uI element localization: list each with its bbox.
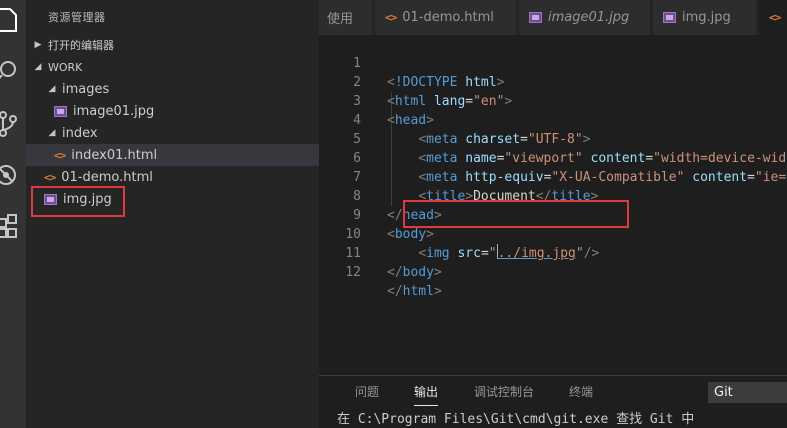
chevron-right-icon: ▶	[34, 40, 42, 50]
workspace-label: WORK	[48, 60, 83, 74]
tree-item-label: images	[62, 81, 110, 97]
files-icon[interactable]	[0, 2, 26, 36]
tree-item-label: index01.html	[71, 147, 158, 163]
tab-label: img.jpg	[682, 10, 731, 25]
html-file-icon: <>	[54, 148, 66, 162]
tab-debug-console[interactable]: 调试控制台	[474, 383, 534, 400]
tab-01-demo[interactable]: <> 01-demo.html	[375, 0, 517, 35]
tree-file-01-demo[interactable]: <> 01-demo.html	[26, 166, 319, 188]
tab-img[interactable]: img.jpg	[653, 0, 757, 35]
tab-index01-active[interactable]: <> i	[759, 0, 787, 35]
tree-file-index01[interactable]: <> index01.html	[26, 144, 319, 166]
tree-item-label: index	[62, 125, 98, 141]
image-file-icon	[529, 12, 542, 23]
code-line: 6 <meta http-equiv="X-UA-Compatible" con…	[319, 130, 787, 185]
code-line: 2 <html lang="en">	[319, 54, 787, 109]
code-line: 12 </html>	[319, 244, 787, 299]
search-icon[interactable]	[0, 54, 26, 88]
highlight-box-code	[403, 200, 629, 228]
chevron-down-icon: ◢	[34, 62, 42, 72]
code-line: 4 <meta charset="UTF-8">	[319, 92, 787, 147]
html-file-icon: <>	[385, 11, 397, 24]
tab-label: 使用	[327, 12, 354, 27]
image-file-icon	[54, 105, 67, 117]
tree-item-label: image01.jpg	[73, 103, 155, 119]
tree-folder-index[interactable]: ◢ index	[26, 122, 319, 144]
chevron-down-icon: ◢	[48, 128, 56, 138]
code-line: 3 <head>	[319, 73, 787, 128]
open-editors-label: 打开的编辑器	[48, 39, 114, 52]
html-file-icon: <>	[44, 170, 56, 184]
workspace-section[interactable]: ◢ WORK	[26, 56, 319, 78]
output-channel-select[interactable]: Git	[708, 382, 787, 403]
code-line: 1 <!DOCTYPE html>	[319, 35, 787, 90]
sidebar-title: 资源管理器	[48, 11, 106, 24]
debug-icon[interactable]	[0, 158, 26, 192]
highlight-box-sidebar	[31, 186, 125, 217]
tree-file-image01[interactable]: image01.jpg	[26, 100, 319, 122]
extensions-icon[interactable]	[0, 208, 26, 242]
tree-item-label: 01-demo.html	[61, 169, 153, 185]
tab-output[interactable]: 输出	[414, 383, 439, 406]
line-number: 12	[345, 265, 361, 280]
bottom-panel: 问题 输出 调试控制台 终端 Git 在 C:\Program Files\Gi…	[319, 375, 787, 428]
open-editors-section[interactable]: ▶ 打开的编辑器	[26, 34, 319, 56]
activity-bar	[0, 0, 26, 428]
tab-truncated[interactable]: 使用	[319, 0, 373, 35]
code-line: 7 <title>Document</title>	[319, 149, 787, 204]
editor-tabs: 使用 <> 01-demo.html image01.jpg img.jpg <…	[319, 0, 787, 35]
output-text: 在 C:\Program Files\Git\cmd\git.exe 查找 Gi…	[337, 412, 695, 427]
chevron-down-icon: ◢	[48, 84, 56, 94]
tab-image01[interactable]: image01.jpg	[519, 0, 651, 35]
tab-label: image01.jpg	[548, 10, 630, 25]
tab-problems[interactable]: 问题	[355, 383, 379, 400]
image-file-icon	[663, 12, 676, 23]
code-line: 5 <meta name="viewport" content="width=d…	[319, 111, 787, 166]
code-line: 8 </head>	[319, 168, 787, 223]
source-control-icon[interactable]	[0, 106, 26, 140]
tab-label: 01-demo.html	[402, 10, 494, 25]
html-file-icon: <>	[769, 11, 781, 24]
tree-folder-images[interactable]: ◢ images	[26, 78, 319, 100]
tab-terminal[interactable]: 终端	[569, 383, 593, 400]
